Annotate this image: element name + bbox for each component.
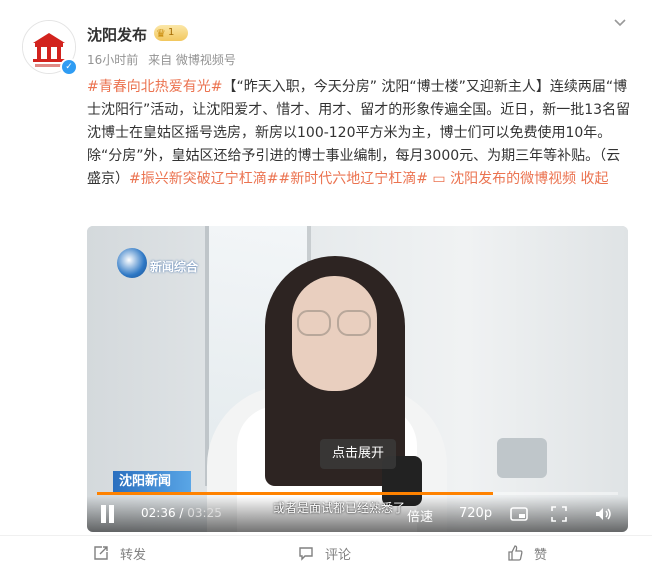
pause-icon[interactable] (99, 505, 115, 523)
volume-icon[interactable] (593, 504, 613, 524)
badge-level: 1 (168, 27, 175, 38)
post-text: #青春向北热爱有光#【“昨天入职，今天分房” 沈阳“博士楼”又迎新主人】连续两届… (87, 76, 632, 191)
speed-button[interactable]: 倍速 (407, 506, 433, 525)
post-time[interactable]: 16小时前 (87, 53, 138, 67)
video-time: 02:36 / 03:25 (141, 506, 222, 520)
video-subtitle: 或者是面试都已经熟悉了 (273, 501, 406, 515)
post-source[interactable]: 来自 微博视频号 (148, 53, 236, 67)
video-player[interactable]: 新闻综合 沈阳新闻 点击展开 02:36 / 03:25 倍速 720p 或者是… (87, 226, 628, 532)
chevron-down-icon[interactable] (612, 14, 628, 30)
verified-icon: ✓ (60, 58, 78, 76)
quality-button[interactable]: 720p (459, 506, 492, 521)
news-lower-tag: 沈阳新闻 (113, 471, 191, 493)
footer-divider (0, 535, 652, 536)
like-button[interactable]: 赞 (506, 543, 586, 563)
video-frame-detail (297, 310, 331, 336)
video-frame-detail (497, 438, 547, 478)
share-icon (94, 546, 108, 560)
comment-label: 评论 (325, 548, 352, 563)
collapse-link[interactable]: 收起 (581, 171, 609, 187)
like-label: 赞 (534, 548, 548, 563)
repost-label: 转发 (120, 548, 147, 563)
comment-button[interactable]: 评论 (297, 543, 377, 563)
progress-fill (97, 492, 493, 495)
comment-icon (299, 547, 313, 561)
tv-station-logo-icon (117, 248, 147, 278)
hashtag-link[interactable]: #新时代六地辽宁杠滴# (278, 171, 427, 187)
duration: 03:25 (187, 506, 222, 520)
hashtag-link[interactable]: #振兴新突破辽宁杠滴# (129, 171, 278, 187)
current-time: 02:36 (141, 506, 176, 520)
video-frame-detail (337, 310, 371, 336)
progress-bar[interactable] (97, 492, 618, 495)
tv-station-name: 新闻综合 (150, 260, 199, 274)
weibo-post-card: ✓ 沈阳发布 ♛ 1 16小时前 来自 微博视频号 #青春向北热爱有光#【“昨天… (0, 0, 652, 579)
hashtag-link[interactable]: #青春向北热爱有光# (87, 79, 222, 95)
account-name[interactable]: 沈阳发布 (87, 24, 147, 45)
member-badge[interactable]: ♛ 1 (154, 25, 188, 41)
expand-button[interactable]: 点击展开 (320, 439, 396, 469)
video-link-icon: ▭ (432, 171, 446, 187)
picture-in-picture-icon[interactable] (509, 504, 529, 524)
thumbs-up-icon (508, 545, 523, 561)
fullscreen-page-icon[interactable] (549, 504, 569, 524)
video-link[interactable]: ▭ 沈阳发布的微博视频 (432, 171, 576, 187)
video-link-label: 沈阳发布的微博视频 (450, 171, 577, 187)
repost-button[interactable]: 转发 (92, 543, 172, 563)
crown-icon: ♛ (156, 27, 166, 40)
post-meta: 16小时前 来自 微博视频号 (87, 51, 242, 68)
